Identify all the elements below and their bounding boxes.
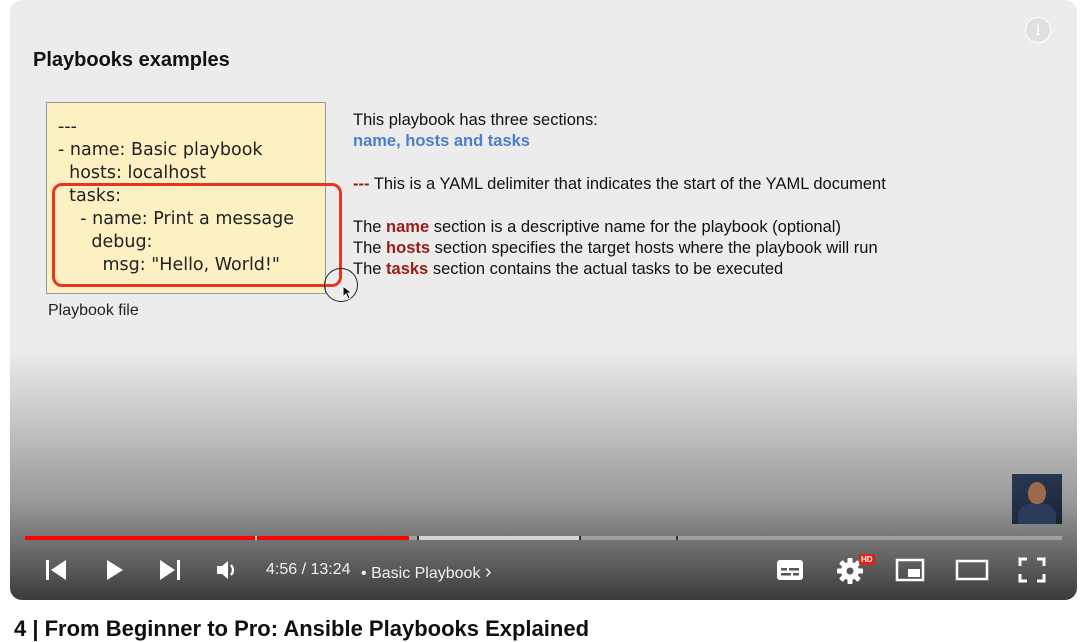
chapter-button[interactable]: • Basic Playbook › bbox=[361, 561, 492, 584]
slide-title: Playbooks examples bbox=[33, 49, 230, 71]
line-text: section specifies the target hosts where… bbox=[430, 239, 878, 257]
sections-summary: name, hosts and tasks bbox=[353, 132, 530, 150]
chapter-marker bbox=[579, 536, 581, 540]
delimiter-line: --- This is a YAML delimiter that indica… bbox=[353, 175, 886, 194]
time-display: 4:56 / 13:24 bbox=[266, 561, 351, 579]
chapter-marker bbox=[255, 536, 257, 540]
hosts-section-line: The hosts section specifies the target h… bbox=[353, 239, 878, 258]
video-player[interactable]: Playbooks examples --- - name: Basic pla… bbox=[10, 0, 1077, 600]
current-time: 4:56 bbox=[266, 561, 298, 578]
progress-buffered bbox=[419, 536, 579, 540]
miniplayer-icon[interactable] bbox=[892, 550, 928, 590]
line-prefix: The bbox=[353, 239, 387, 257]
presenter-avatar bbox=[1012, 474, 1062, 524]
playbook-file-label: Playbook file bbox=[48, 302, 139, 319]
tasks-section-line: The tasks section contains the actual ta… bbox=[353, 260, 783, 279]
keyword-name: name bbox=[386, 218, 430, 236]
line-prefix: The bbox=[353, 260, 387, 278]
code-line: --- bbox=[58, 117, 77, 137]
keyword-hosts: hosts bbox=[386, 239, 431, 257]
hd-badge: HD bbox=[859, 554, 875, 565]
keyword-tasks: tasks bbox=[386, 260, 429, 278]
chapter-title: Basic Playbook bbox=[371, 565, 481, 582]
delimiter-mark: --- bbox=[353, 175, 370, 193]
name-section-line: The name section is a descriptive name f… bbox=[353, 218, 841, 237]
progress-played bbox=[25, 536, 409, 540]
progress-bar[interactable] bbox=[25, 536, 1062, 540]
chapter-dot: • bbox=[361, 565, 367, 582]
video-title[interactable]: 4 | From Beginner to Pro: Ansible Playbo… bbox=[14, 616, 589, 642]
tasks-highlight-box bbox=[52, 183, 342, 287]
theater-mode-icon[interactable] bbox=[954, 550, 990, 590]
line-prefix: The bbox=[353, 218, 387, 236]
duration: 13:24 bbox=[310, 561, 351, 578]
play-icon[interactable] bbox=[96, 550, 132, 590]
player-controls: 4:56 / 13:24 • Basic Playbook › HD bbox=[10, 550, 1077, 590]
line-text: section is a descriptive name for the pl… bbox=[429, 218, 841, 236]
info-icon[interactable]: i bbox=[1025, 17, 1051, 43]
chapter-marker bbox=[417, 536, 419, 540]
chevron-right-icon: › bbox=[484, 561, 492, 583]
delimiter-text: This is a YAML delimiter that indicates … bbox=[369, 175, 886, 193]
previous-icon[interactable] bbox=[38, 550, 74, 590]
line-text: section contains the actual tasks to be … bbox=[428, 260, 784, 278]
subtitles-icon[interactable] bbox=[772, 550, 808, 590]
fullscreen-icon[interactable] bbox=[1014, 550, 1050, 590]
code-line: hosts: localhost bbox=[58, 163, 207, 183]
intro-text: This playbook has three sections: bbox=[353, 111, 598, 129]
time-separator: / bbox=[297, 561, 311, 578]
chapter-marker bbox=[676, 536, 678, 540]
next-icon[interactable] bbox=[152, 550, 188, 590]
code-line: - name: Basic playbook bbox=[58, 140, 263, 160]
volume-icon[interactable] bbox=[208, 550, 244, 590]
